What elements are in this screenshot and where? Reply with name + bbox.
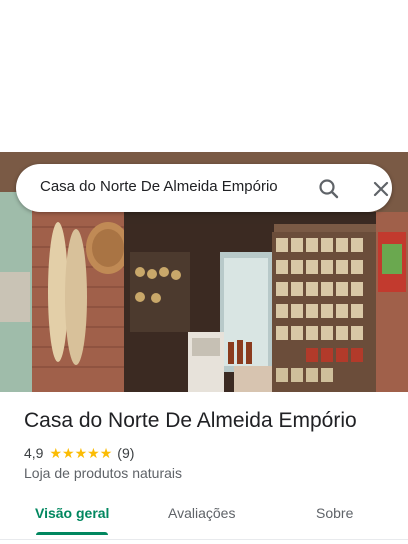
search-icon[interactable] bbox=[316, 176, 342, 202]
rating-value: 4,9 bbox=[24, 445, 44, 461]
search-bar[interactable]: Casa do Norte De Almeida Empório bbox=[16, 164, 392, 212]
star-icon: ★ bbox=[49, 445, 63, 461]
tab-bar: Visão geral Avaliações Sobre bbox=[0, 494, 408, 540]
map-blank-area bbox=[0, 0, 408, 152]
tab-about[interactable]: Sobre bbox=[316, 505, 353, 521]
star-icon: ★ bbox=[62, 445, 75, 461]
rating-row[interactable]: 4,9 ★ ★ ★ ★ ★ (9) bbox=[24, 444, 134, 462]
place-name: Casa do Norte De Almeida Empório bbox=[24, 409, 357, 432]
tab-overview[interactable]: Visão geral bbox=[35, 505, 109, 521]
active-tab-indicator bbox=[36, 532, 108, 535]
star-icon: ★ bbox=[87, 445, 100, 461]
tab-reviews[interactable]: Avaliações bbox=[168, 505, 235, 521]
star-icon: ★ bbox=[99, 445, 113, 461]
place-category: Loja de produtos naturais bbox=[24, 465, 182, 481]
close-icon[interactable] bbox=[368, 176, 394, 202]
rating-stars: ★ ★ ★ ★ ★ bbox=[49, 446, 112, 460]
search-input[interactable]: Casa do Norte De Almeida Empório bbox=[40, 178, 278, 195]
review-count[interactable]: (9) bbox=[117, 445, 134, 461]
star-icon: ★ bbox=[74, 445, 88, 461]
